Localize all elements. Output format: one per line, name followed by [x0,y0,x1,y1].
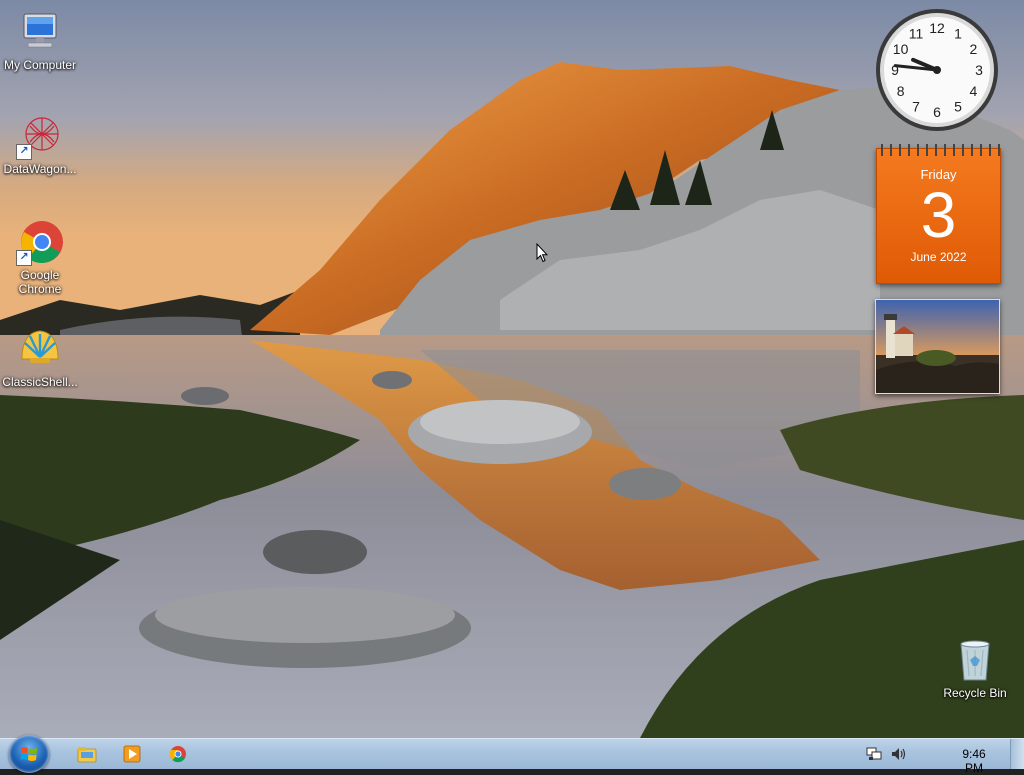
desktop-icon-label: Recycle Bin [943,686,1007,700]
volume-icon[interactable] [891,747,907,761]
clock-gadget[interactable]: 12 1 2 3 4 5 6 7 8 9 10 11 [873,6,1001,134]
clock-numeral: 10 [893,41,909,57]
desktop-icon-recycle-bin[interactable]: Recycle Bin [935,636,1015,700]
shortcut-arrow-icon: ↗ [16,144,32,160]
lighthouse-photo [876,300,999,393]
explorer-icon [77,747,97,763]
mouse-cursor-icon [536,243,548,263]
desktop-icon-label: ClassicShell... [2,375,78,389]
desktop-icon-label: Google Chrome [18,268,62,296]
taskbar-media-player-button[interactable] [121,743,143,765]
clock-numeral: 12 [929,20,945,36]
clock-numeral: 8 [897,83,905,99]
taskbar: 9:46 PM [0,735,1024,775]
network-icon[interactable] [866,747,882,761]
taskbar-explorer-button[interactable] [76,743,98,765]
calendar-date: 3 [920,179,957,251]
clock-numeral: 1 [954,26,962,42]
calendar-gadget[interactable]: Friday 3 June 2022 [876,144,1001,284]
classicshell-icon [16,325,64,373]
clock-numeral: 7 [912,98,920,114]
clock-numeral: 4 [970,83,978,99]
shortcut-arrow-icon: ↗ [16,250,32,266]
chrome-icon [169,746,186,763]
media-player-icon [123,745,141,763]
calendar-month-year: June 2022 [910,250,967,264]
desktop-icon-classicshell[interactable]: ClassicShell... [0,325,80,389]
clock-numeral: 3 [975,62,983,78]
chrome-icon: ↗ [16,218,64,266]
windows-logo-icon [20,747,37,761]
clock-numeral: 5 [954,98,962,114]
start-button[interactable] [9,735,49,773]
taskbar-chrome-button[interactable] [167,743,189,765]
desktop-icon-google-chrome[interactable]: ↗ Google Chrome [0,218,80,296]
clock-numeral: 6 [933,104,941,120]
analog-clock: 12 1234567891011 [876,9,998,131]
clock-numeral: 2 [970,41,978,57]
slideshow-gadget[interactable] [875,299,1000,394]
clock-numeral: 11 [909,26,924,42]
taskbar-clock[interactable]: 9:46 PM [952,747,996,775]
desktop-icon-label: My Computer [3,58,77,72]
computer-icon [16,8,64,56]
show-desktop-button[interactable] [1010,739,1024,769]
desktop-icon-label: DataWagon... [3,162,77,176]
calendar-binding-rings [877,144,1000,156]
datawagon-icon: ↗ [16,112,64,160]
recycle-bin-icon [951,636,999,684]
desktop-icon-datawagon[interactable]: ↗ DataWagon... [0,112,80,176]
desktop-wallpaper [0,0,1024,738]
desktop-icon-my-computer[interactable]: My Computer [0,8,80,72]
